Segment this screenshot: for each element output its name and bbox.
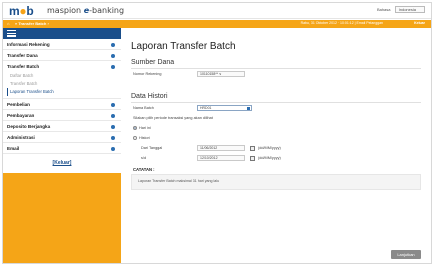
sidebar-item-label: Email — [7, 146, 20, 151]
sidebar-filler — [3, 173, 121, 253]
row-nomor-rekening: Nomor Rekening 10110158** ∨ — [125, 69, 427, 79]
sidebar-item-administrasi[interactable]: Administrasi — [3, 132, 121, 143]
sd-tanggal-input[interactable]: 12/10/2012 — [197, 155, 245, 161]
date-format-hint: (dd/MM/yyyy) — [258, 146, 281, 150]
sidebar-logout-link[interactable]: [Keluar] — [3, 154, 121, 173]
catatan-box: Laporan Transfer Batch maksimal 31 hari … — [131, 174, 421, 190]
browser-frame: m●b maspion e-banking Bahasa Indonesia ⌂… — [2, 2, 432, 264]
logout-link[interactable]: Keluar — [414, 21, 425, 25]
page-title: Laporan Transfer Batch — [131, 41, 236, 52]
brand-name: maspion e-banking — [47, 6, 124, 15]
calendar-icon[interactable] — [250, 155, 255, 161]
language-label: Bahasa — [376, 7, 391, 12]
breadcrumb[interactable]: » Transfer Batch › — [15, 21, 49, 26]
expand-bullet-icon — [111, 146, 115, 151]
mob-logo: m●b — [9, 4, 34, 18]
date-format-hint: (dd/MM/yyyy) — [258, 156, 281, 160]
expand-bullet-icon — [111, 135, 115, 140]
submenu-laporan-transfer-batch[interactable]: Laporan Transfer Batch — [7, 88, 121, 96]
sidebar-menu: Informasi Rekening Transfer Dana Transfe… — [3, 39, 121, 173]
sidebar-item-label: Pembayaran — [7, 113, 35, 118]
sidebar-item-deposito-berjangka[interactable]: Deposito Berjangka — [3, 121, 121, 132]
sd-tanggal-label: s/d — [141, 156, 147, 160]
radio-hari-ini-label: Hari ini — [139, 126, 151, 130]
sidebar-item-pembayaran[interactable]: Pembayaran — [3, 110, 121, 121]
row-option-today: Hari ini — [125, 123, 427, 133]
row-nama-batch: Nama Batch HRD01 — [125, 103, 427, 113]
logo-letter-b: b — [26, 4, 34, 18]
radio-histori[interactable] — [133, 136, 137, 140]
catatan-label: CATATAN : — [133, 167, 155, 172]
sidebar-item-informasi-rekening[interactable]: Informasi Rekening — [3, 39, 121, 50]
sidebar-item-label: Deposito Berjangka — [7, 124, 51, 129]
sidebar-item-email[interactable]: Email — [3, 143, 121, 154]
row-option-history: Histori — [125, 133, 427, 143]
language-selector[interactable]: Bahasa Indonesia — [377, 6, 425, 13]
brand-suffix: -banking — [89, 6, 125, 15]
top-header: m●b maspion e-banking Bahasa Indonesia — [3, 3, 431, 19]
lanjutkan-button[interactable]: Lanjutkan — [391, 250, 421, 259]
expand-bullet-icon — [111, 64, 115, 69]
sidebar-header — [3, 28, 121, 39]
brand-maspion: maspion — [47, 6, 82, 15]
period-instruction: Silakan pilih periode transaksi yang aka… — [133, 116, 213, 120]
catatan-text: Laporan Transfer Batch maksimal 31 hari … — [138, 179, 220, 183]
row-dari-tanggal: Dari Tanggal 11/06/2012 (dd/MM/yyyy) — [125, 143, 427, 153]
sidebar-group-transfer-batch: Transfer Batch Daftar Batch Transfer Bat… — [3, 61, 121, 99]
submenu-transfer-batch[interactable]: Transfer Batch — [10, 80, 121, 88]
sidebar-item-label: Administrasi — [7, 135, 35, 140]
sidebar-item-label: Informasi Rekening — [7, 42, 50, 47]
calendar-icon[interactable] — [250, 145, 255, 151]
section-sumber-dana: Sumber Dana — [131, 59, 175, 66]
expand-bullet-icon — [111, 102, 115, 107]
row-instruction: Silakan pilih periode transaksi yang aka… — [125, 113, 427, 123]
sidebar-item-label: Transfer Batch — [7, 64, 40, 69]
sidebar-item-label: Pembelian — [7, 102, 30, 107]
sidebar: Informasi Rekening Transfer Dana Transfe… — [3, 28, 121, 263]
sidebar-item-transfer-batch[interactable]: Transfer Batch — [3, 61, 121, 72]
logo-letter-m: m — [9, 4, 20, 18]
row-sd-tanggal: s/d 12/10/2012 (dd/MM/yyyy) — [125, 153, 427, 163]
radio-hari-ini[interactable] — [133, 126, 137, 130]
nomor-rekening-select[interactable]: 10110158** ∨ — [197, 71, 245, 77]
menu-icon[interactable] — [7, 30, 16, 37]
session-info: Rabu, 31 Oktober 2012 · 10:01:12 | Email… — [300, 21, 383, 25]
nama-batch-select[interactable]: HRD01 — [197, 105, 252, 111]
dari-tanggal-label: Dari Tanggal — [141, 146, 163, 150]
section-data-histori: Data Histori — [131, 93, 168, 100]
sidebar-item-label: Transfer Dana — [7, 53, 38, 58]
language-dropdown[interactable]: Indonesia — [394, 6, 425, 13]
submenu-daftar-batch[interactable]: Daftar Batch — [10, 72, 121, 80]
expand-bullet-icon — [111, 113, 115, 118]
sidebar-item-pembelian[interactable]: Pembelian — [3, 99, 121, 110]
expand-bullet-icon — [111, 42, 115, 47]
nomor-rekening-label: Nomor Rekening — [133, 72, 162, 76]
main-content: Laporan Transfer Batch Sumber Dana Nomor… — [125, 31, 427, 263]
radio-histori-label: Histori — [139, 136, 150, 140]
transfer-batch-submenu: Daftar Batch Transfer Batch Laporan Tran… — [3, 72, 121, 96]
navigation-bar: ⌂ » Transfer Batch › Rabu, 31 Oktober 20… — [3, 20, 431, 28]
dari-tanggal-input[interactable]: 11/06/2012 — [197, 145, 245, 151]
expand-bullet-icon — [111, 124, 115, 129]
nama-batch-label: Nama Batch — [133, 106, 154, 110]
expand-bullet-icon — [111, 53, 115, 58]
sidebar-item-transfer-dana[interactable]: Transfer Dana — [3, 50, 121, 61]
house-icon[interactable]: ⌂ — [7, 21, 9, 26]
